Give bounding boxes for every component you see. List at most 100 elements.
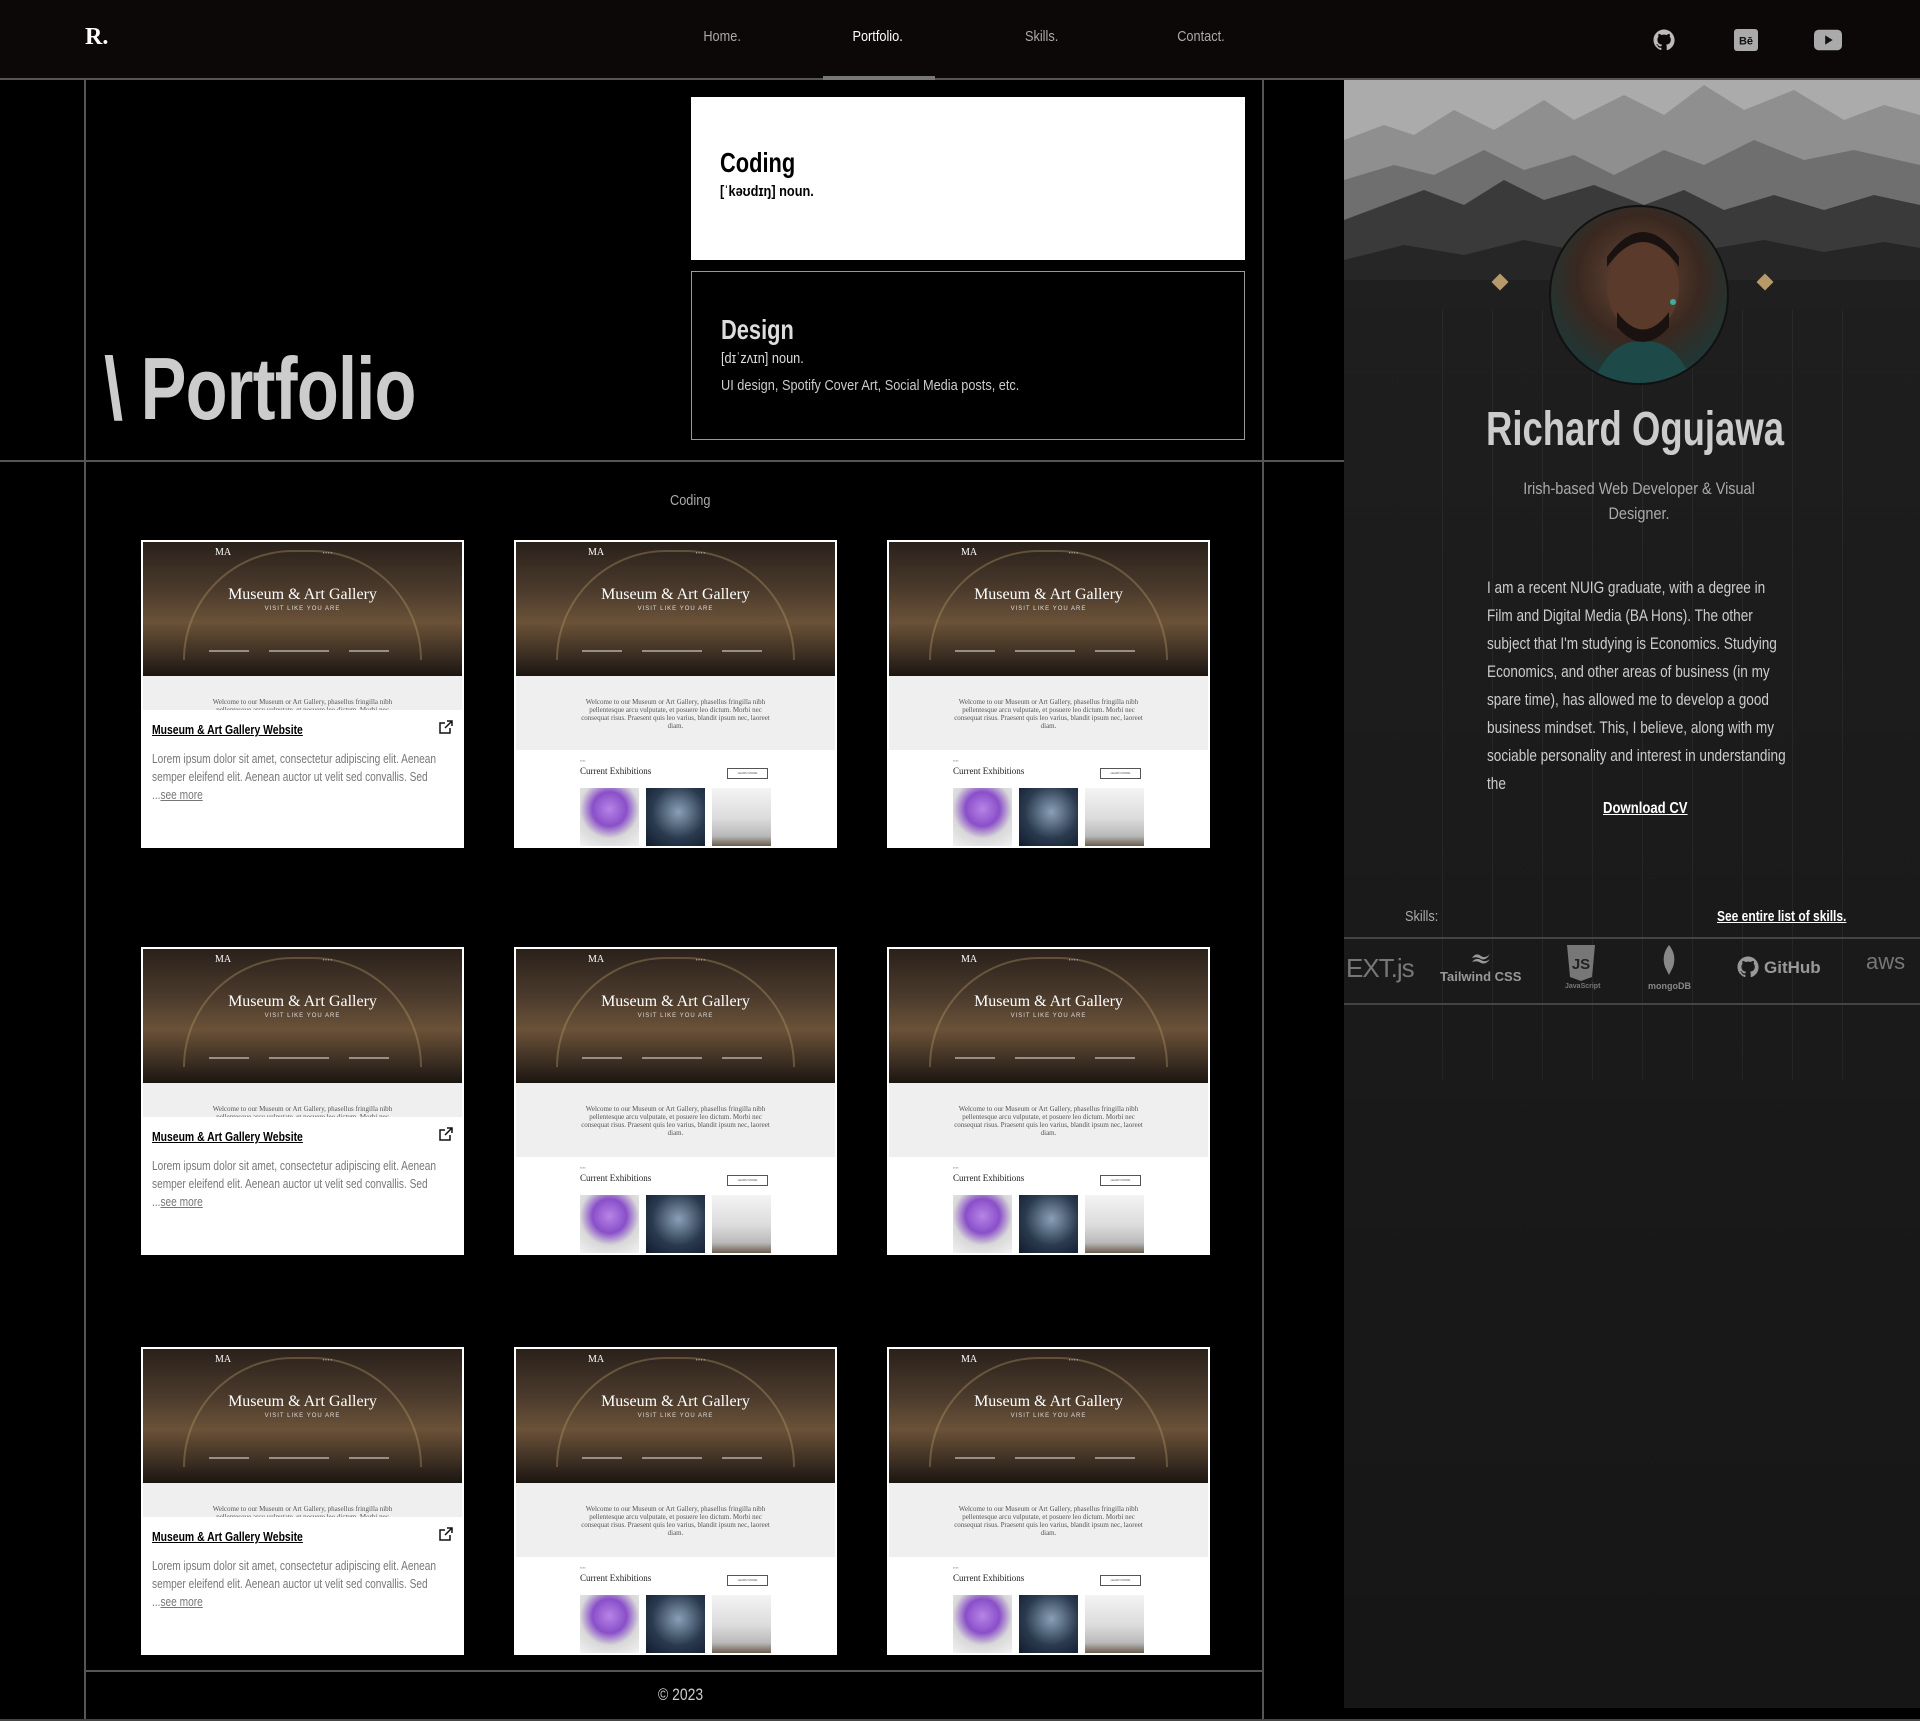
skills-label: Skills:: [1405, 908, 1439, 925]
preview-subheading: VISIT LIKE YOU ARE: [1010, 606, 1087, 612]
external-link-icon[interactable]: [439, 1527, 453, 1541]
preview-line: [269, 1057, 329, 1059]
preview-brand: MA: [588, 954, 605, 965]
project-screenshot: MA ▪ ▪ ▪ ▪ Museum & Art Gallery VISIT LIKE …: [516, 542, 835, 676]
definition-pronunciation: [dɪˈzʌɪn] noun.: [721, 350, 804, 367]
preview-line: [642, 650, 702, 652]
preview-heading: Museum & Art Gallery: [601, 993, 750, 1010]
top-navigation-bar: R. Home. Portfolio. Skills. Contact. Bē: [0, 0, 1920, 80]
definition-word: Design: [721, 314, 794, 345]
preview-thumbnail: [953, 788, 1012, 846]
avatar: [1549, 205, 1729, 385]
preview-exhibitions: ▪▪▪▪ Current Exhibitions LEARN MORE: [516, 1557, 835, 1653]
portfolio-card[interactable]: MA ▪ ▪ ▪ ▪ Museum & Art Gallery VISIT LIKE …: [887, 540, 1210, 848]
footer-copyright: © 2023: [658, 1685, 704, 1704]
preview-line: [582, 650, 622, 652]
project-screenshot: MA ▪ ▪ ▪ ▪ Museum & Art Gallery VISIT LIKE …: [516, 949, 835, 1083]
preview-nav: ▪ ▪ ▪ ▪: [1069, 550, 1079, 555]
see-more-link[interactable]: see more: [160, 787, 202, 802]
preview-eyebrow: ▪▪▪▪: [580, 758, 586, 763]
definition-card-design: Design [dɪˈzʌɪn] noun. UI design, Spotif…: [691, 271, 1245, 440]
preview-heading: Museum & Art Gallery: [974, 586, 1123, 603]
preview-subheading: VISIT LIKE YOU ARE: [637, 606, 714, 612]
preview-line: [1015, 1057, 1075, 1059]
external-link-icon[interactable]: [439, 1127, 453, 1141]
see-more-link[interactable]: see more: [160, 1594, 202, 1609]
see-more-link[interactable]: see more: [160, 1194, 202, 1209]
javascript-label: JavaScript: [1565, 983, 1601, 990]
preview-brand: MA: [215, 1354, 232, 1365]
skills-logo-carousel[interactable]: EXT.js Tailwind CSS JS JavaScript mongoD…: [1344, 937, 1920, 1005]
github-icon[interactable]: [1650, 26, 1678, 54]
portfolio-card[interactable]: MA ▪ ▪ ▪ ▪ Museum & Art Gallery VISIT LIKE …: [514, 947, 837, 1255]
definition-word: Coding: [720, 147, 796, 178]
preview-nav: ▪ ▪ ▪ ▪: [696, 1357, 706, 1362]
preview-subheading: VISIT LIKE YOU ARE: [637, 1013, 714, 1019]
preview-welcome: Welcome to our Museum or Art Gallery, ph…: [516, 676, 835, 750]
download-cv-link[interactable]: Download CV: [1603, 800, 1688, 818]
youtube-icon[interactable]: [1814, 26, 1842, 54]
preview-exhibitions-title: Current Exhibitions: [580, 766, 652, 776]
preview-thumbnail: [1085, 788, 1144, 846]
preview-thumbnail: [580, 788, 639, 846]
extjs-logo: EXT.js: [1346, 953, 1415, 983]
preview-subheading: VISIT LIKE YOU ARE: [264, 1013, 341, 1019]
preview-eyebrow: ▪▪▪▪: [953, 1565, 959, 1570]
project-screenshot: MA ▪ ▪ ▪ ▪ Museum & Art Gallery VISIT LIKE …: [516, 1349, 835, 1483]
portfolio-card[interactable]: MA ▪ ▪ ▪ ▪ Museum & Art Gallery VISIT LIKE …: [141, 540, 464, 848]
project-screenshot: MA ▪ ▪ ▪ ▪ Museum & Art Gallery VISIT LIKE …: [889, 542, 1208, 676]
card-details: Museum & Art Gallery Website Lorem ipsum …: [143, 710, 462, 846]
portfolio-card[interactable]: MA ▪ ▪ ▪ ▪ Museum & Art Gallery VISIT LIKE …: [514, 1347, 837, 1655]
behance-icon[interactable]: Bē: [1732, 26, 1760, 54]
nav-portfolio[interactable]: Portfolio.: [852, 28, 902, 45]
decorative-arch: [929, 957, 1168, 1067]
preview-exhibitions: ▪▪▪▪ Current Exhibitions LEARN MORE: [889, 1157, 1208, 1253]
preview-heading: Museum & Art Gallery: [228, 1393, 377, 1410]
portfolio-card[interactable]: MA ▪ ▪ ▪ ▪ Museum & Art Gallery VISIT LIKE …: [887, 1347, 1210, 1655]
definition-pronunciation: [ˈkəʊdɪŋ] noun.: [720, 183, 814, 200]
preview-learn-more: LEARN MORE: [727, 768, 768, 779]
preview-nav: ▪ ▪ ▪ ▪: [1069, 1357, 1079, 1362]
preview-line: [269, 650, 329, 652]
svg-text:Bē: Bē: [1739, 36, 1753, 48]
mongodb-logo: mongoDB: [1646, 945, 1692, 993]
layout-divider: [1262, 80, 1264, 1721]
preview-line: [722, 650, 762, 652]
card-details: Museum & Art Gallery Website Lorem ipsum …: [143, 1117, 462, 1253]
portfolio-card[interactable]: MA ▪ ▪ ▪ ▪ Museum & Art Gallery VISIT LIKE …: [887, 947, 1210, 1255]
preview-thumbnail: [1019, 788, 1078, 846]
preview-exhibitions-title: Current Exhibitions: [580, 1173, 652, 1183]
project-screenshot: MA ▪ ▪ ▪ ▪ Museum & Art Gallery VISIT LIKE …: [143, 542, 462, 676]
preview-line: [269, 1457, 329, 1459]
nav-contact[interactable]: Contact.: [1177, 28, 1224, 45]
preview-brand: MA: [215, 547, 232, 558]
project-screenshot: MA ▪ ▪ ▪ ▪ Museum & Art Gallery VISIT LIKE …: [143, 1349, 462, 1483]
preview-nav: ▪ ▪ ▪ ▪: [696, 957, 706, 962]
preview-eyebrow: ▪▪▪▪: [580, 1165, 586, 1170]
preview-thumbnail: [646, 1595, 705, 1653]
project-screenshot: MA ▪ ▪ ▪ ▪ Museum & Art Gallery VISIT LIKE …: [143, 949, 462, 1083]
preview-line: [722, 1057, 762, 1059]
preview-brand: MA: [588, 547, 605, 558]
see-all-skills-link[interactable]: See entire list of skills.: [1717, 908, 1846, 925]
card-description: Lorem ipsum dolor sit amet, consectetur …: [152, 1157, 448, 1211]
preview-nav: ▪ ▪ ▪ ▪: [696, 550, 706, 555]
card-title[interactable]: Museum & Art Gallery Website: [152, 722, 303, 737]
preview-line: [209, 1457, 249, 1459]
nav-skills[interactable]: Skills.: [1025, 28, 1058, 45]
card-title[interactable]: Museum & Art Gallery Website: [152, 1529, 303, 1544]
site-logo[interactable]: R.: [85, 24, 108, 51]
portfolio-card[interactable]: MA ▪ ▪ ▪ ▪ Museum & Art Gallery VISIT LIKE …: [514, 540, 837, 848]
preview-line: [955, 650, 995, 652]
preview-eyebrow: ▪▪▪▪: [953, 758, 959, 763]
card-title[interactable]: Museum & Art Gallery Website: [152, 1129, 303, 1144]
nav-home[interactable]: Home.: [703, 28, 741, 45]
external-link-icon[interactable]: [439, 720, 453, 734]
preview-learn-more: LEARN MORE: [1100, 1175, 1141, 1186]
portfolio-card[interactable]: MA ▪ ▪ ▪ ▪ Museum & Art Gallery VISIT LIKE …: [141, 947, 464, 1255]
preview-line: [642, 1057, 702, 1059]
preview-welcome: Welcome to our Museum or Art Gallery, ph…: [516, 1483, 835, 1557]
portfolio-card[interactable]: MA ▪ ▪ ▪ ▪ Museum & Art Gallery VISIT LIKE …: [141, 1347, 464, 1655]
preview-nav: ▪ ▪ ▪ ▪: [323, 1357, 333, 1362]
preview-line: [642, 1457, 702, 1459]
